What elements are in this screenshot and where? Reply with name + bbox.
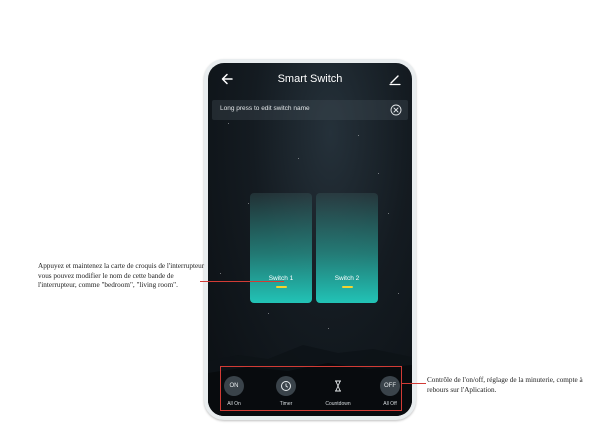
annotation-line-left [200,281,284,282]
page-title: Smart Switch [277,73,343,85]
switch-card-1[interactable]: Switch 1 [250,193,312,303]
app-screen: Smart Switch Long press to edit switch n… [208,63,412,416]
switch-1-indicator [276,286,287,288]
close-circle-icon[interactable] [390,104,402,116]
hint-text: Long press to edit switch name [220,105,310,112]
annotation-right-text: Contrôle de l'on/off, réglage de la minu… [427,376,583,394]
app-header: Smart Switch [208,63,412,97]
controls-highlight-box [220,366,402,411]
annotation-line-right [402,383,426,384]
switch-2-indicator [342,286,353,288]
pencil-icon[interactable] [388,72,402,86]
annotation-left-text: Appuyez et maintenez la carte de croquis… [38,262,205,290]
switch-2-label: Switch 2 [334,275,360,282]
switch-card-2[interactable]: Switch 2 [316,193,378,303]
edit-hint-banner: Long press to edit switch name [212,100,408,120]
